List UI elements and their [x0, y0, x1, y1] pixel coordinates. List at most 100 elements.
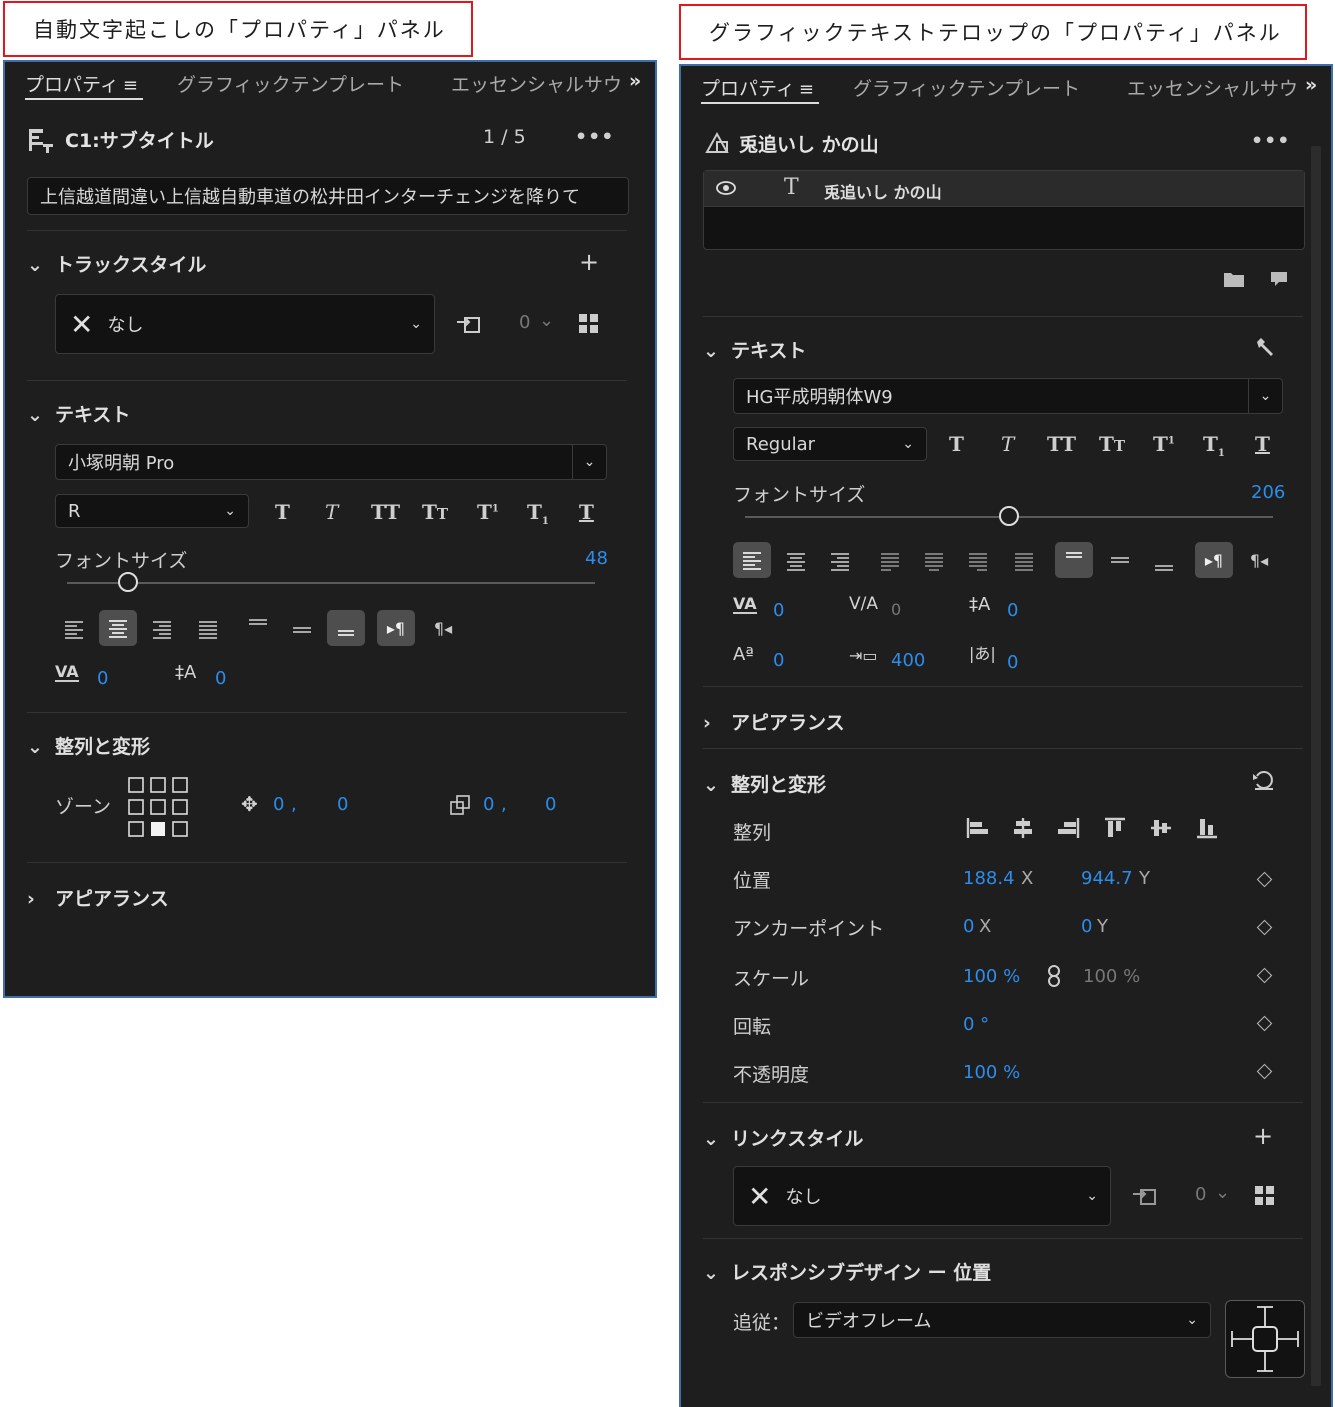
wrench-icon[interactable] [1253, 336, 1277, 360]
align-top-icon[interactable] [247, 616, 269, 638]
underline-button[interactable]: T [579, 500, 594, 524]
justify-icon[interactable] [197, 618, 219, 640]
ltr-direction-button[interactable]: ▸¶ [377, 610, 415, 646]
justify-right-icon[interactable] [967, 550, 989, 572]
chevron-down-icon[interactable]: ⌄ [1215, 1182, 1230, 1203]
keyframe-diamond-icon[interactable] [1256, 871, 1273, 888]
ltr-direction-button[interactable]: ▸¶ [1195, 542, 1233, 578]
font-size-value[interactable]: 48 [585, 548, 608, 569]
tabs-overflow-icon[interactable]: » [629, 70, 641, 92]
align-bottom-icon[interactable] [1153, 552, 1175, 574]
tab-properties[interactable]: プロパティ ≡ [701, 74, 814, 101]
align-bottom-button[interactable] [327, 610, 365, 646]
eye-icon[interactable] [716, 181, 736, 195]
tab-properties[interactable]: プロパティ ≡ [25, 70, 138, 97]
size-x-value[interactable]: 0 [483, 794, 494, 815]
panel-scrollbar[interactable] [1311, 146, 1321, 1386]
keyframe-diamond-icon[interactable] [1256, 919, 1273, 936]
section-text[interactable]: ⌄ テキスト [27, 400, 130, 427]
superscript-button[interactable]: T1 [1153, 432, 1175, 456]
reset-icon[interactable] [1251, 770, 1277, 792]
section-text[interactable]: ⌄ テキスト [703, 336, 806, 363]
opacity-value[interactable]: 100 % [963, 1062, 1020, 1083]
slider-handle[interactable] [999, 506, 1019, 526]
tab-graphic-templates[interactable]: グラフィックテンプレート [177, 70, 404, 97]
add-track-style-button[interactable]: + [579, 250, 599, 274]
add-link-style-button[interactable]: + [1253, 1124, 1273, 1148]
tab-essential-sound[interactable]: エッセンシャルサウ [1127, 74, 1299, 101]
keyframe-diamond-icon[interactable] [1256, 1015, 1273, 1032]
rtl-direction-button[interactable]: ¶◂ [1241, 542, 1277, 578]
baseline-shift-value[interactable]: 0 [773, 650, 784, 671]
font-size-slider[interactable] [67, 572, 595, 594]
font-size-slider[interactable] [745, 506, 1273, 528]
link-style-dropdown[interactable]: ✕ なし ⌄ [733, 1166, 1111, 1226]
align-middle-icon[interactable] [291, 620, 313, 642]
position-x-value[interactable]: 0 [273, 794, 284, 815]
panel-menu-icon[interactable]: ≡ [123, 75, 138, 96]
align-right-icon[interactable] [151, 618, 173, 640]
rotation-value[interactable]: 0 ° [963, 1014, 989, 1035]
align-objects-hcenter-icon[interactable] [1011, 816, 1035, 840]
folder-icon[interactable] [1223, 270, 1245, 288]
grid-icon[interactable] [579, 314, 599, 334]
follow-dropdown[interactable]: ビデオフレーム ⌄ [793, 1302, 1211, 1338]
new-layer-icon[interactable] [1269, 270, 1289, 288]
anchor-y-value[interactable]: 0 [1081, 916, 1092, 937]
tsume-value[interactable]: 0 [1007, 652, 1018, 673]
small-caps-button[interactable]: TT [422, 500, 448, 524]
align-right-icon[interactable] [829, 550, 851, 572]
align-objects-left-icon[interactable] [965, 816, 989, 840]
all-caps-button[interactable]: TT [371, 500, 400, 524]
position-x-value[interactable]: 188.4 [963, 868, 1015, 889]
align-left-button[interactable] [733, 542, 771, 578]
align-objects-bottom-icon[interactable] [1195, 816, 1219, 840]
section-appearance[interactable]: › アピアランス [703, 708, 845, 735]
superscript-button[interactable]: T1 [477, 500, 499, 524]
font-family-dropdown[interactable]: HG平成明朝体W9 ⌄ [733, 378, 1283, 414]
leading-value[interactable]: 0 [215, 668, 226, 689]
section-link-style[interactable]: ⌄ リンクスタイル [703, 1124, 863, 1151]
grid-icon[interactable] [1255, 1186, 1275, 1206]
scale-linked-value[interactable]: 100 % [1083, 966, 1140, 987]
faux-bold-button[interactable]: T [949, 432, 964, 456]
push-style-icon[interactable] [1131, 1182, 1159, 1208]
justify-left-icon[interactable] [879, 550, 901, 572]
align-left-icon[interactable] [63, 618, 85, 640]
tab-width-value[interactable]: 400 [891, 650, 925, 671]
position-y-value[interactable]: 0 [337, 794, 348, 815]
font-family-dropdown[interactable]: 小塚明朝 Pro ⌄ [55, 444, 607, 480]
justify-all-icon[interactable] [1013, 550, 1035, 572]
align-objects-right-icon[interactable] [1057, 816, 1081, 840]
size-y-value[interactable]: 0 [545, 794, 556, 815]
tab-graphic-templates[interactable]: グラフィックテンプレート [853, 74, 1080, 101]
panel-menu-icon[interactable]: ≡ [799, 79, 814, 100]
align-center-icon[interactable] [785, 550, 807, 572]
section-track-style[interactable]: ⌄ トラックスタイル [27, 250, 206, 277]
kerning-value[interactable]: 0 [773, 600, 784, 621]
zone-grid-icon[interactable] [127, 776, 189, 838]
justify-center-icon[interactable] [923, 550, 945, 572]
align-top-button[interactable] [1055, 542, 1093, 578]
tracking-value[interactable]: 0 [891, 600, 901, 619]
font-weight-dropdown[interactable]: R ⌄ [55, 494, 249, 528]
leading-value[interactable]: 0 [1007, 600, 1018, 621]
align-objects-top-icon[interactable] [1103, 816, 1127, 840]
position-y-value[interactable]: 944.7 [1081, 868, 1133, 889]
all-caps-button[interactable]: TT [1047, 432, 1076, 456]
font-size-value[interactable]: 206 [1251, 482, 1285, 503]
faux-italic-button[interactable]: T [1001, 432, 1014, 456]
rtl-direction-button[interactable]: ¶◂ [425, 610, 461, 646]
align-objects-vcenter-icon[interactable] [1149, 816, 1173, 840]
anchor-x-value[interactable]: 0 [963, 916, 974, 937]
font-weight-dropdown[interactable]: Regular ⌄ [733, 427, 927, 461]
section-align-transform[interactable]: ⌄ 整列と変形 [27, 732, 150, 759]
section-align-transform[interactable]: ⌄ 整列と変形 [703, 770, 826, 797]
section-responsive-design[interactable]: ⌄ レスポンシブデザイン ー 位置 [703, 1258, 991, 1285]
align-center-button[interactable] [99, 610, 137, 646]
more-options-button[interactable]: ••• [575, 126, 614, 148]
link-icon[interactable] [1047, 964, 1061, 988]
faux-bold-button[interactable]: T [275, 500, 290, 524]
slider-handle[interactable] [117, 572, 138, 592]
track-style-dropdown[interactable]: ✕ なし ⌄ [55, 294, 435, 354]
